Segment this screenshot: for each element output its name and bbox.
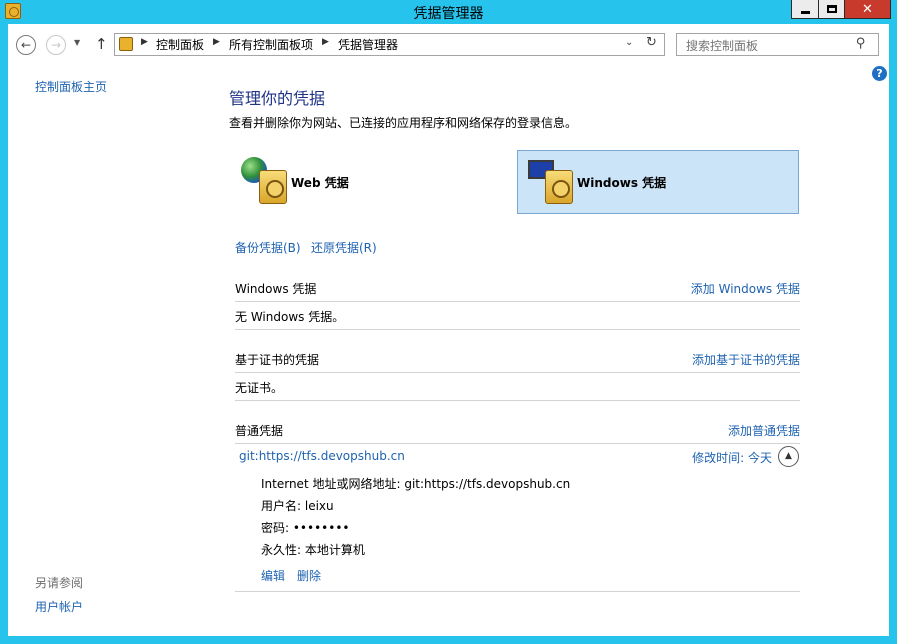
- section-divider: [235, 329, 800, 330]
- maximize-button[interactable]: [818, 0, 844, 19]
- section-divider: [235, 591, 800, 592]
- restore-credentials-link[interactable]: 还原凭据(R): [311, 239, 377, 256]
- control-panel-icon: [119, 37, 133, 51]
- chevron-right-icon[interactable]: ▶: [322, 37, 329, 47]
- section-divider: [235, 301, 800, 302]
- see-also-heading: 另请参阅: [35, 576, 84, 590]
- arrow-up-icon: ↑: [95, 35, 108, 53]
- credential-username: 用户名: leixu: [261, 499, 334, 513]
- generic-credentials-section-title: 普通凭据: [235, 424, 284, 438]
- window-title: 凭据管理器: [413, 6, 484, 22]
- minimize-icon: [800, 10, 810, 14]
- close-icon: ✕: [862, 1, 873, 17]
- credential-password: 密码: ••••••••: [261, 521, 350, 535]
- edit-credential-link[interactable]: 编辑: [261, 567, 285, 584]
- web-credentials-label[interactable]: Web 凭据: [291, 174, 349, 191]
- close-button[interactable]: ✕: [844, 0, 891, 19]
- back-button[interactable]: ←: [16, 35, 36, 55]
- recent-locations-dropdown[interactable]: ▼: [74, 38, 80, 47]
- maximize-icon: [826, 5, 837, 13]
- add-windows-credential-link[interactable]: 添加 Windows 凭据: [600, 280, 800, 297]
- safe-icon: [259, 170, 287, 204]
- windows-credentials-section-title: Windows 凭据: [235, 282, 317, 296]
- add-certificate-credential-link[interactable]: 添加基于证书的凭据: [600, 351, 800, 368]
- user-accounts-link[interactable]: 用户帐户: [35, 598, 83, 615]
- add-generic-credential-link[interactable]: 添加普通凭据: [600, 422, 800, 439]
- credential-address: Internet 地址或网络地址: git:https://tfs.devops…: [261, 477, 571, 491]
- refresh-icon[interactable]: ↻: [646, 35, 657, 50]
- arrow-right-icon: →: [50, 38, 62, 52]
- credential-modified-time: 修改时间: 今天: [692, 451, 772, 465]
- breadcrumb-control-panel[interactable]: 控制面板: [156, 36, 204, 53]
- forward-button[interactable]: →: [46, 35, 66, 55]
- page-description: 查看并删除你为网站、已连接的应用程序和网络保存的登录信息。: [229, 116, 578, 130]
- certificate-empty-text: 无证书。: [235, 381, 284, 395]
- chevron-up-icon: ▲: [785, 451, 792, 461]
- search-input[interactable]: [676, 33, 879, 56]
- backup-credentials-link[interactable]: 备份凭据(B): [235, 239, 301, 256]
- collapse-credential-button[interactable]: ▲: [778, 446, 799, 467]
- chevron-right-icon[interactable]: ▶: [141, 37, 148, 47]
- certificate-credentials-section-title: 基于证书的凭据: [235, 353, 320, 367]
- help-icon[interactable]: ?: [872, 66, 887, 81]
- credential-entry-name[interactable]: git:https://tfs.devopshub.cn: [239, 449, 405, 463]
- section-divider: [235, 443, 800, 444]
- delete-credential-link[interactable]: 删除: [297, 567, 321, 584]
- chevron-down-icon[interactable]: ⌄: [625, 37, 633, 48]
- arrow-left-icon: ←: [20, 38, 32, 52]
- control-panel-home-link[interactable]: 控制面板主页: [35, 78, 107, 95]
- breadcrumb-all-items[interactable]: 所有控制面板项: [229, 36, 313, 53]
- section-divider: [235, 400, 800, 401]
- windows-credentials-empty-text: 无 Windows 凭据。: [235, 310, 345, 324]
- page-title: 管理你的凭据: [229, 89, 326, 108]
- window-bottom-border: [8, 636, 889, 644]
- minimize-button[interactable]: [791, 0, 818, 19]
- breadcrumb-credential-manager[interactable]: 凭据管理器: [338, 36, 398, 53]
- windows-credentials-label[interactable]: Windows 凭据: [577, 174, 666, 191]
- up-button[interactable]: ↑: [95, 35, 108, 53]
- credential-persistence: 永久性: 本地计算机: [261, 543, 365, 557]
- section-divider: [235, 372, 800, 373]
- chevron-right-icon[interactable]: ▶: [213, 37, 220, 47]
- search-icon[interactable]: ⚲: [856, 36, 866, 51]
- safe-icon: [545, 170, 573, 204]
